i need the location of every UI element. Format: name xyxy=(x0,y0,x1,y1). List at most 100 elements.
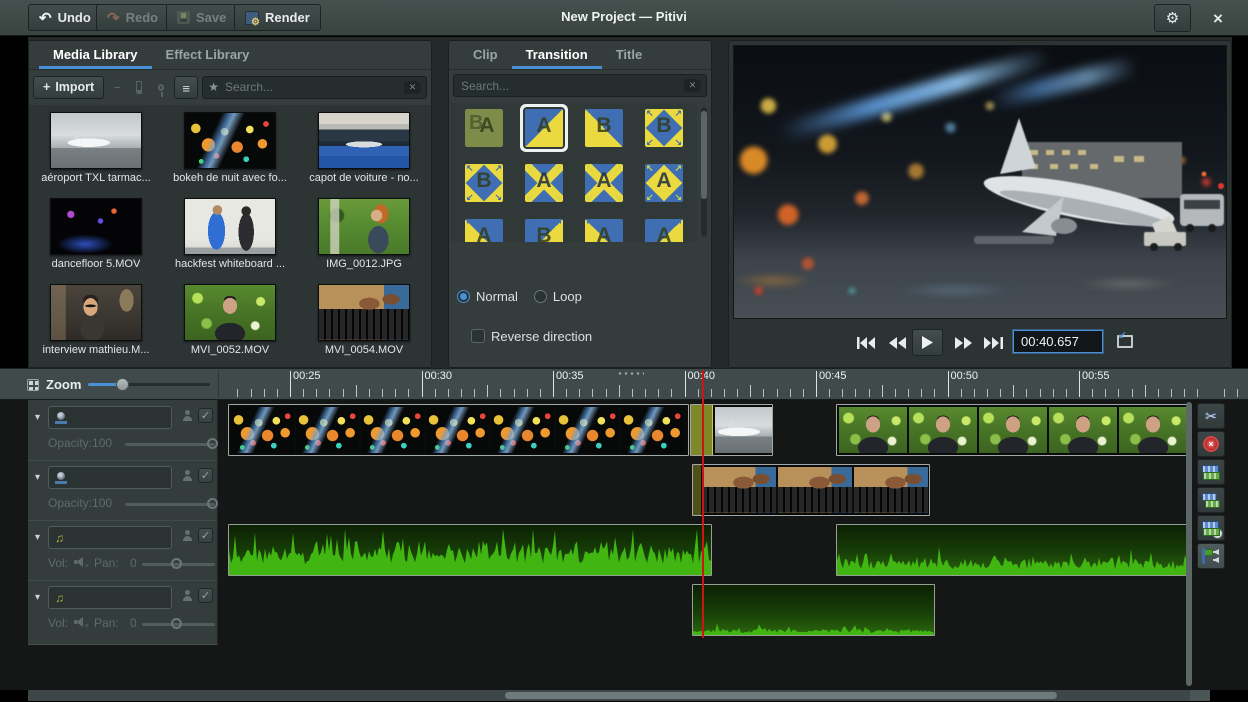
layer-name-entry[interactable] xyxy=(48,466,172,489)
transition-tile[interactable]: A↖↗↙↘ xyxy=(525,164,563,202)
layer-checkbox[interactable]: ✓ xyxy=(198,528,213,543)
layer-checkbox[interactable]: ✓ xyxy=(198,588,213,603)
pan-slider-handle[interactable] xyxy=(171,558,182,569)
tab-title[interactable]: Title xyxy=(602,41,657,69)
media-item[interactable]: MVI_0054.MOV xyxy=(297,282,431,368)
undo-button[interactable]: Undo xyxy=(28,4,102,31)
bottom-scrollbar-thumb[interactable] xyxy=(505,692,1057,699)
rewind-button[interactable] xyxy=(884,333,910,353)
group-tool-button[interactable] xyxy=(1197,459,1225,485)
audio-clip[interactable] xyxy=(836,524,1190,576)
zoom-slider-handle[interactable] xyxy=(116,378,129,391)
media-item[interactable]: hackfest whiteboard ... xyxy=(163,196,297,282)
media-search-input[interactable] xyxy=(223,79,400,95)
transition-tile[interactable]: A xyxy=(525,109,563,147)
bokeh-clip[interactable] xyxy=(228,404,689,456)
opacity-slider-handle[interactable] xyxy=(207,438,218,449)
zoom-slider-track[interactable] xyxy=(88,383,210,386)
video-layer-icon xyxy=(55,472,67,483)
speaker-muted-icon[interactable]: × xyxy=(74,617,88,627)
timeline-vscrollbar[interactable] xyxy=(1186,402,1192,686)
play-pause-button[interactable] xyxy=(912,329,943,356)
playhead[interactable] xyxy=(702,370,704,638)
go-to-start-button[interactable] xyxy=(853,333,879,353)
insert-at-end-button[interactable] xyxy=(152,77,170,97)
expander-icon[interactable]: ▾ xyxy=(35,592,40,603)
transition-tile[interactable]: B↖↗↙↘ xyxy=(525,219,563,242)
layer-name-entry[interactable]: ♫ xyxy=(48,526,172,549)
clear-search-icon[interactable]: ✕ xyxy=(684,79,701,92)
render-button[interactable]: Render xyxy=(234,4,321,31)
opacity-slider-track[interactable] xyxy=(125,503,215,506)
layer-checkbox[interactable]: ✓ xyxy=(198,468,213,483)
redo-button[interactable]: Redo xyxy=(96,4,169,31)
save-button[interactable]: Save xyxy=(166,4,237,31)
audio-clip[interactable] xyxy=(228,524,712,576)
media-item-label: aéroport TXL tarmac... xyxy=(41,172,150,184)
speaker-muted-icon[interactable]: × xyxy=(74,557,88,567)
transition-tile[interactable]: B↖↗↙↘ xyxy=(465,164,503,202)
media-item[interactable]: interview mathieu.M... xyxy=(29,282,163,368)
timecode-entry[interactable] xyxy=(1013,330,1103,353)
ruler-tick xyxy=(395,389,396,397)
media-item[interactable]: aéroport TXL tarmac... xyxy=(29,110,163,196)
fast-forward-button[interactable] xyxy=(950,333,976,353)
media-item[interactable]: capot de voiture - no... xyxy=(297,110,431,196)
ruler-tick xyxy=(1040,389,1041,397)
undock-viewer-button[interactable] xyxy=(1117,335,1133,348)
transition-tile[interactable]: A↖↗↙↘ xyxy=(585,219,623,242)
mode-radio-normal[interactable] xyxy=(457,290,470,303)
portrait-clip[interactable] xyxy=(836,404,1190,456)
pane-handle-dots[interactable] xyxy=(617,372,644,375)
mode-radio-loop[interactable] xyxy=(534,290,547,303)
person-icon[interactable] xyxy=(182,410,193,421)
keyboard-clip[interactable] xyxy=(692,464,930,516)
delete-tool-button[interactable]: × xyxy=(1197,431,1225,457)
split-tool-button[interactable]: ✂ xyxy=(1197,403,1225,429)
media-item[interactable]: MVI_0052.MOV xyxy=(163,282,297,368)
person-icon[interactable] xyxy=(182,590,193,601)
person-icon[interactable] xyxy=(182,470,193,481)
transitions-scrollbar-thumb[interactable] xyxy=(701,111,707,199)
import-button[interactable]: + Import xyxy=(33,76,104,99)
tab-media-library[interactable]: Media Library xyxy=(39,41,152,69)
expander-icon[interactable]: ▾ xyxy=(35,532,40,543)
audio-clip[interactable] xyxy=(692,584,935,636)
layer-name-entry[interactable]: ♫ xyxy=(48,586,172,609)
remove-clip-button[interactable]: − xyxy=(108,77,126,97)
tab-transition[interactable]: Transition xyxy=(512,41,602,69)
library-view-menu-button[interactable]: ≡ xyxy=(174,76,198,99)
transition-tile[interactable]: B↖↗↙↘ xyxy=(645,109,683,147)
ungroup-tool-button[interactable] xyxy=(1197,487,1225,513)
app-menu-button[interactable]: ⚙ xyxy=(1154,4,1191,32)
media-item[interactable]: dancefloor 5.MOV xyxy=(29,196,163,282)
person-icon[interactable] xyxy=(182,530,193,541)
align-tool-button[interactable] xyxy=(1197,515,1225,541)
tab-clip[interactable]: Clip xyxy=(459,41,512,69)
transition-tile[interactable]: A↖↗↙↘ xyxy=(465,219,503,242)
reverse-direction-checkbox[interactable] xyxy=(471,329,485,343)
clear-search-icon[interactable]: ✕ xyxy=(404,81,421,94)
clip-properties-button[interactable] xyxy=(130,77,148,97)
close-button[interactable]: × xyxy=(1203,5,1233,31)
zoom-fit-icon[interactable] xyxy=(27,379,39,391)
layer-checkbox[interactable]: ✓ xyxy=(198,408,213,423)
tab-effect-library[interactable]: Effect Library xyxy=(152,41,264,69)
transition-tile[interactable]: B xyxy=(585,109,623,147)
opacity-slider-handle[interactable] xyxy=(207,498,218,509)
layer-name-entry[interactable] xyxy=(48,406,172,429)
expander-icon[interactable]: ▾ xyxy=(35,472,40,483)
media-item[interactable]: IMG_0012.JPG xyxy=(297,196,431,282)
transition-tile[interactable]: A↖↗↙↘ xyxy=(645,164,683,202)
gapless-tool-button[interactable] xyxy=(1197,543,1225,569)
go-to-end-button[interactable] xyxy=(980,333,1006,353)
transition-tile[interactable]: A↖↗↙↘ xyxy=(585,164,623,202)
transition-tile[interactable]: A↖↗↙↘ xyxy=(645,219,683,242)
transition-search-input[interactable] xyxy=(459,78,680,94)
media-item[interactable]: bokeh de nuit avec fo... xyxy=(163,110,297,196)
transition-tile[interactable]: BA xyxy=(465,109,503,147)
timeline-ruler[interactable]: 00:2500:3000:3500:4000:4500:5000:55 xyxy=(222,369,1248,399)
opacity-slider-track[interactable] xyxy=(125,443,215,446)
expander-icon[interactable]: ▾ xyxy=(35,412,40,423)
pan-slider-handle[interactable] xyxy=(171,618,182,629)
